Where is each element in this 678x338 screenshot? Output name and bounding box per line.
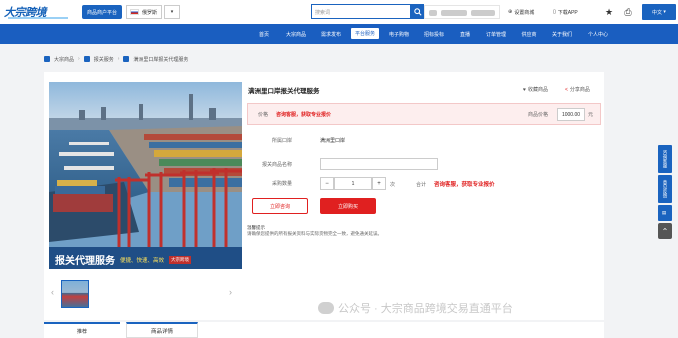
download-app-link[interactable]: ▯ 下载APP (553, 5, 578, 19)
account-info-blurred[interactable] (424, 5, 500, 19)
nav-item-demand[interactable]: 需求发布 (316, 24, 346, 44)
unit-price-unit: 元 (588, 112, 594, 118)
breadcrumb: 大宗商品 › 报关服务 › 满洲里口岸报关代理服务 (44, 54, 188, 64)
breadcrumb-current: 满洲里口岸报关代理服务 (133, 56, 189, 63)
settings-label: 设置商城 (514, 9, 535, 16)
product-title: 满洲里口岸报关代理服务 (248, 88, 320, 95)
buy-now-button[interactable]: 立即购买 (320, 198, 376, 214)
nav-item-suppliers[interactable]: 供应商 (516, 24, 542, 44)
tab-recommend[interactable]: 推荐 (44, 322, 120, 338)
home-icon (44, 56, 50, 62)
share-label: 分享商品 (569, 87, 590, 93)
thumbnail-strip: ‹ › (49, 278, 242, 308)
unit-price-label: 商品价格 (528, 112, 549, 118)
port-value: 满洲里口岸 (320, 138, 346, 144)
chevron-down-icon[interactable]: ▾ (164, 5, 180, 19)
goods-name-label: 报关商品名称 (262, 162, 293, 168)
nav-item-commodities[interactable]: 大宗商品 (281, 24, 311, 44)
goods-name-input[interactable] (320, 158, 438, 170)
nav-item-about[interactable]: 关于我们 (547, 24, 577, 44)
quantity-unit: 次 (390, 182, 396, 188)
feedback-button[interactable]: 意见反馈 (658, 175, 672, 203)
nav-item-bidding[interactable]: 招标投标 (419, 24, 449, 44)
port-label: 所属口岸 (272, 138, 293, 144)
tab-product-detail[interactable]: 商品详情 (126, 322, 198, 338)
unit-price-value: 1000.00 (557, 108, 585, 121)
decrement-button[interactable]: − (320, 177, 334, 190)
nav-item-shopping[interactable]: 电子购物 (384, 24, 414, 44)
russia-flag-icon (130, 9, 139, 15)
download-app-label: 下载APP (557, 9, 578, 16)
top-bar: 大宗跨境 商品商户平台 俄罗斯 ▾ 搜索词 ⊕ 设置商城 ▯ 下载APP ★ ⎙… (0, 0, 678, 24)
port-photo (49, 82, 242, 269)
consult-button[interactable]: 立即咨询 (252, 198, 308, 214)
language-switch[interactable]: 中文 ▾ (642, 4, 676, 20)
increment-button[interactable]: + (372, 177, 386, 190)
price-text: 咨询客服，获取专业报价 (276, 112, 332, 118)
star-icon[interactable]: ★ (602, 5, 616, 19)
printer-icon[interactable]: ⎙ (621, 5, 635, 19)
chevron-left-icon[interactable]: ‹ (51, 287, 54, 297)
settings-icon: ⊕ (508, 9, 513, 15)
search-input[interactable]: 搜索词 (311, 4, 411, 19)
banner-logo: 大宗跨境 (169, 255, 192, 264)
nav-item-profile[interactable]: 个人中心 (582, 24, 614, 44)
banner-title: 报关代理服务 (55, 256, 115, 267)
banner-subtitle: 便捷、快速、高效 (120, 257, 165, 264)
quantity-stepper[interactable]: − 1 + (320, 177, 386, 190)
total-value: 咨询客服，获取专业报价 (434, 182, 495, 188)
mall-platform-button[interactable]: 商品商户平台 (82, 5, 122, 19)
price-label: 价格 (258, 112, 269, 118)
page-icon (123, 56, 130, 62)
product-image[interactable]: 报关代理服务 便捷、快速、高效 大宗跨境 (49, 82, 242, 269)
main-nav: 首页 大宗商品 需求发布 平台服务 电子购物 招标投标 直播 订单管理 供应商 … (0, 24, 678, 44)
breadcrumb-item[interactable]: 大宗商品 (54, 56, 74, 63)
share-icon: < (565, 86, 568, 93)
nav-item-home[interactable]: 首页 (252, 24, 276, 44)
banner-strip: 报关代理服务 便捷、快速、高效 大宗跨境 (49, 250, 242, 269)
settings-link[interactable]: ⊕ 设置商城 (508, 5, 534, 19)
quantity-input[interactable]: 1 (334, 177, 372, 190)
watermark-text: 公众号 · 大宗商品跨境交易直通平台 (338, 303, 513, 315)
price-box: 价格 咨询客服，获取专业报价 商品价格 1000.00 元 (247, 103, 601, 125)
nav-item-services[interactable]: 平台服务 (351, 28, 379, 39)
nav-item-live[interactable]: 直播 (454, 24, 476, 44)
country-selector[interactable]: 俄罗斯 (126, 5, 162, 19)
favorite-label: 收藏商品 (527, 87, 548, 93)
total-label: 合计 (416, 182, 427, 188)
chevron-right-icon[interactable]: › (229, 287, 232, 297)
right-rail: 咨询客服 意见反馈 ▤ ⌃ (658, 145, 674, 239)
thumbnail-image[interactable] (61, 280, 89, 308)
nav-item-orders[interactable]: 订单管理 (481, 24, 511, 44)
customer-service-button[interactable]: 咨询客服 (658, 145, 672, 173)
folder-icon (83, 56, 90, 62)
wechat-icon (318, 302, 334, 314)
logo-underline (8, 17, 68, 19)
search-button[interactable] (411, 4, 424, 19)
search-icon (413, 7, 422, 16)
chevron-right-icon: › (117, 56, 120, 62)
document-button[interactable]: ▤ (658, 205, 672, 221)
watermark: 公众号 · 大宗商品跨境交易直通平台 (318, 300, 513, 316)
favorite-button[interactable]: ♥ 收藏商品 (523, 86, 548, 94)
phone-icon: ▯ (553, 9, 556, 15)
share-button[interactable]: < 分享商品 (565, 86, 590, 94)
breadcrumb-item[interactable]: 报关服务 (94, 56, 114, 63)
heart-icon: ♥ (523, 86, 526, 93)
detail-tabs: 推荐 商品详情 (44, 322, 604, 338)
quantity-label: 采购数量 (272, 181, 293, 187)
country-label: 俄罗斯 (142, 9, 158, 16)
tips-body: 请确保您提供的所有报关资料与实际货物完全一致，避免通关延误。 (247, 231, 382, 236)
chevron-right-icon: › (78, 56, 80, 62)
back-to-top-icon[interactable]: ⌃ (658, 223, 672, 239)
